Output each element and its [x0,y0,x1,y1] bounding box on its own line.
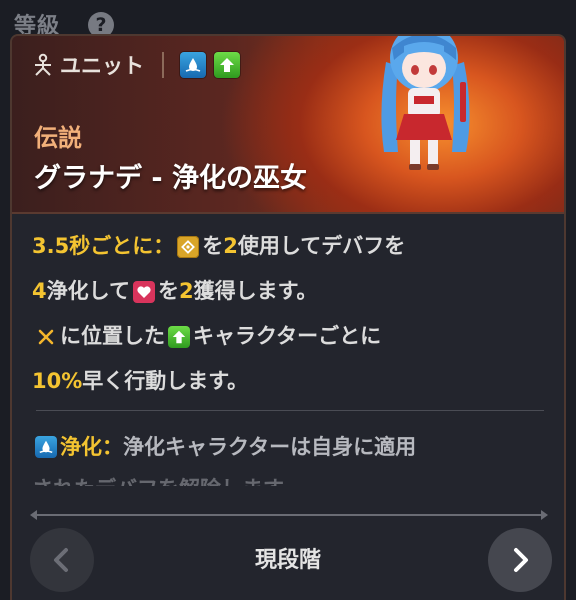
keyword-line-2: されたデバフを解除します。 [32,468,548,486]
current-stage-label: 現段階 [254,548,321,573]
crossed-swords-icon [35,326,57,348]
divider [162,52,164,78]
upgrade-arrow-icon [168,325,190,348]
divider [36,410,544,411]
character-portrait [381,36,470,170]
card-header: ユニット 伝説 グラナデ - 浄化の巫女 [12,36,564,212]
description-line-4: 10% 早く行動します。 [32,369,249,393]
upgrade-arrow-icon [214,52,240,78]
description-line-3: に位置した キャラクターごとに [32,314,548,359]
scroll-right-arrow-icon [541,510,548,520]
water-drop-icon [35,436,57,458]
category-row: ユニット [30,50,240,80]
chevron-right-icon [514,548,528,572]
horizontal-scrollbar[interactable] [30,510,548,520]
description-line-2: 4 浄化して を 2 獲得します。 [32,279,318,303]
unit-card: ユニット 伝説 グラナデ - 浄化の巫女 3.5秒ごとに： を 2 使用してデバ… [10,34,566,600]
scroll-track [36,514,542,516]
water-drop-icon [180,52,206,78]
heart-icon [133,280,155,303]
rarity-label: 伝説 [34,124,82,152]
unit-icon [35,53,51,76]
gold-diamond-icon [177,235,200,258]
character-name: グラナデ - 浄化の巫女 [34,163,308,194]
keyword-name: 浄化 [60,435,102,459]
effect-description: 3.5秒ごとに： を 2 使用してデバフを 4 浄化して を 2 獲得します。 … [32,224,548,404]
keyword-line-1: 浄化 ： 浄化キャラクターは自身に適用 [32,426,548,468]
header-separator [12,212,564,214]
description-line-1: 3.5秒ごとに： を 2 使用してデバフを [32,234,406,258]
next-stage-button[interactable] [488,528,552,592]
keyword-description: 浄化 ： 浄化キャラクターは自身に適用 されたデバフを解除します。 [32,426,548,486]
category-label: ユニット [60,54,144,78]
